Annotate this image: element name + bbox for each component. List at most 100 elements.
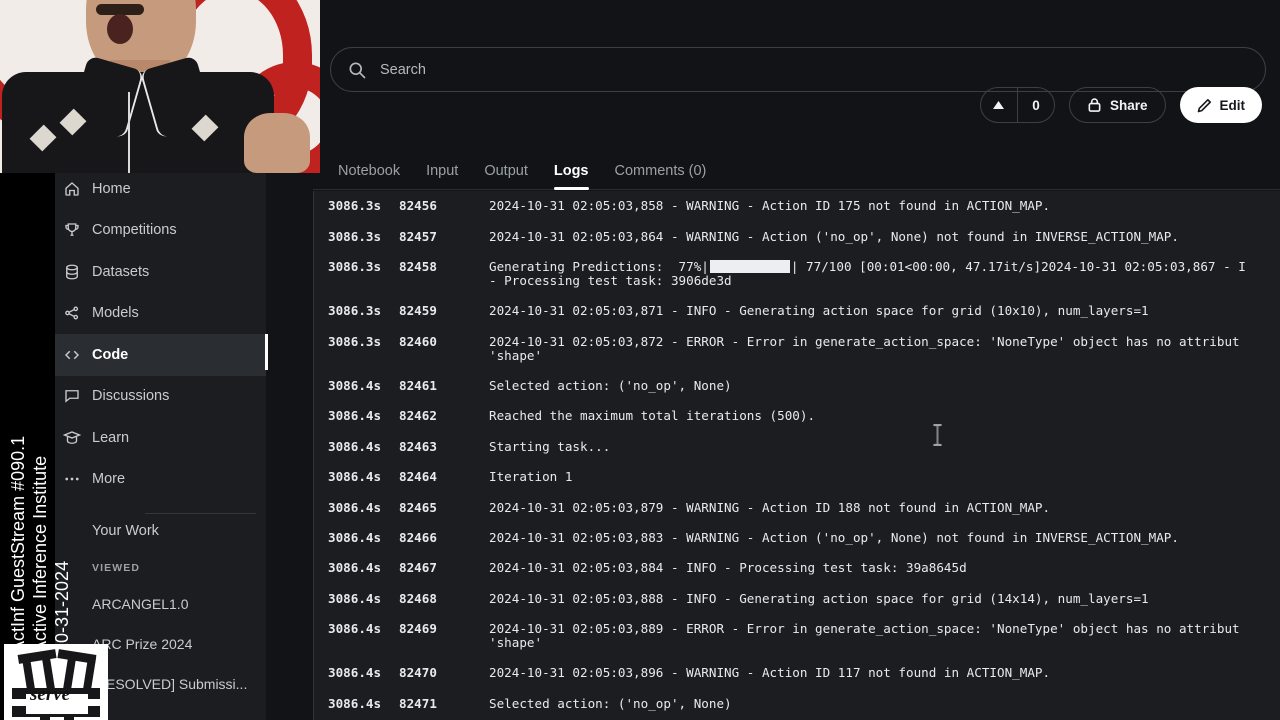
lock-icon: [1088, 98, 1101, 112]
log-row-number: 82460: [399, 333, 437, 349]
datasets-icon: [66, 264, 78, 280]
log-row-message: 2024-10-31 02:05:03,896 - WARNING - Acti…: [489, 665, 1051, 681]
sidebar-label: Discussions: [92, 388, 170, 405]
discussions-icon: [65, 390, 79, 403]
stream-title: ActInf GuestStream #090.1 Active Inferen…: [0, 173, 72, 673]
log-row-number: 82459: [399, 303, 437, 319]
progress-stats: | 77/100 [00:01<00:00, 47.17it/s]2024-10…: [790, 258, 1246, 274]
sidebar-label: Models: [92, 305, 139, 322]
tab-output[interactable]: Output: [471, 163, 541, 190]
log-row-time: 3086.4s: [328, 438, 382, 454]
log-row-message: 2024-10-31 02:05:03,872 - ERROR - Error …: [475, 334, 1280, 363]
sidebar-item-learn[interactable]: Learn: [55, 417, 266, 459]
sidebar-item-your-work[interactable]: Your Work: [55, 510, 266, 552]
tab-comments[interactable]: Comments (0): [602, 163, 720, 190]
log-row: 3086.4s 82470 2024-10-31 02:05:03,896 - WA…: [314, 658, 1280, 688]
stream-title-line3: 10-31-2024: [52, 560, 72, 653]
edit-button[interactable]: Edit: [1179, 87, 1262, 123]
sidebar-label: Home: [92, 180, 131, 197]
search-bar[interactable]: [330, 47, 1266, 92]
sidebar-item-models[interactable]: Models: [55, 293, 266, 335]
log-row-message: 2024-10-31 02:05:03,889 - ERROR - Error …: [475, 622, 1280, 650]
viewed-section-label: VIEWED: [92, 562, 141, 574]
presenter-shirt-placket: [128, 92, 130, 173]
sidebar-item-datasets[interactable]: Datasets: [55, 251, 266, 293]
log-row-message: Selected action: ('no_op', None): [489, 695, 732, 711]
log-row-number: 82471: [399, 695, 437, 711]
code-icon: [64, 350, 80, 360]
upvote-button[interactable]: [981, 88, 1018, 122]
log-row-message: 2024-10-31 02:05:03,883 - WARNING - Acti…: [489, 529, 1179, 545]
app-topbar: 0 Share Edit: [313, 0, 1280, 148]
edit-label: Edit: [1219, 97, 1246, 113]
tab-input[interactable]: Input: [413, 163, 471, 190]
search-input[interactable]: [380, 61, 1249, 78]
share-button[interactable]: Share: [1068, 87, 1166, 123]
tab-notebook[interactable]: Notebook: [325, 163, 413, 190]
log-row-message-continued: - Processing test task: 3906de3d: [489, 272, 732, 288]
log-row-time: 3086.3s: [328, 333, 382, 349]
log-row: 3086.4s 82471 Selected action: ('no_op', N…: [314, 689, 1280, 719]
logo-serve-label: serve: [30, 684, 71, 705]
pencil-icon: [1197, 98, 1211, 112]
log-row-number: 82465: [399, 499, 437, 515]
top-actions: 0 Share Edit: [979, 87, 1262, 123]
screen-root: 0 Share Edit Notebook: [0, 0, 1280, 720]
log-row-time: 3086.4s: [328, 499, 382, 515]
sidebar-label: Datasets: [92, 263, 150, 280]
log-row: 3086.4s 82467 2024-10-31 02:05:03,884 - IN…: [314, 553, 1280, 583]
viewed-item-arcangel[interactable]: ARCANGEL1.0: [55, 584, 266, 624]
log-row-time: 3086.3s: [328, 228, 382, 244]
log-row: 3086.4s 82461 Selected action: ('no_op', N…: [314, 371, 1280, 401]
log-row-message: Selected action: ('no_op', None): [489, 378, 732, 394]
log-row-number: 82469: [399, 621, 437, 637]
notebook-tabs: Notebook Input Output Logs Comments (0): [313, 148, 1280, 190]
log-row-number: 82458: [399, 258, 437, 274]
sidebar-item-competitions[interactable]: Competitions: [55, 210, 266, 252]
log-row-message: 2024-10-31 02:05:03,884 - INFO - Process…: [489, 560, 967, 576]
tab-logs[interactable]: Logs: [541, 163, 602, 190]
more-icon: [65, 477, 79, 481]
log-row-message: Generating Predictions: 77%| | 77/100 [00…: [475, 258, 1280, 288]
log-row: 3086.4s 82465 2024-10-31 02:05:03,879 - WA…: [314, 492, 1280, 522]
log-row: 3086.4s 82463 Starting task...: [314, 432, 1280, 462]
log-row-number: 82462: [399, 408, 437, 424]
sidebar-item-home[interactable]: Home: [55, 168, 266, 210]
your-work-label: Your Work: [92, 523, 159, 539]
log-row-number: 82468: [399, 590, 437, 606]
nav-selection-caret: [265, 334, 268, 370]
sidebar-label: Code: [92, 346, 129, 363]
log-row-number: 82464: [399, 469, 437, 485]
log-row: 3086.3s 82460 2024-10-31 02:05:03,872 - ER…: [314, 327, 1280, 371]
progress-bar: [709, 259, 790, 273]
caret-up-icon: [993, 101, 1005, 109]
webcam-overlay: [0, 0, 320, 173]
log-row-time: 3086.4s: [328, 408, 382, 424]
sidebar-item-more[interactable]: More: [55, 459, 266, 501]
log-row-number: 82457: [399, 228, 437, 244]
presenter-mouth: [107, 14, 133, 44]
log-row-message: Starting task...: [489, 438, 611, 454]
log-row-number: 82466: [399, 529, 437, 545]
stream-title-line1: ActInf GuestStream #090.1: [8, 435, 28, 653]
log-row: 3086.3s 82459 2024-10-31 02:05:03,871 - IN…: [314, 296, 1280, 326]
log-row-message-continued: 'shape': [489, 635, 543, 651]
log-row-time: 3086.4s: [328, 695, 382, 711]
log-row-time: 3086.4s: [328, 378, 382, 394]
log-output-panel[interactable]: 3086.3s 82456 2024-10-31 02:05:03,858 - WA…: [313, 191, 1280, 720]
log-row-time: 3086.3s: [328, 258, 382, 274]
stream-title-line2: Active Inference Institute: [30, 455, 50, 653]
progress-label: Generating Predictions: 77%|: [489, 258, 709, 274]
log-row-time: 3086.4s: [328, 590, 382, 606]
log-row-time: 3086.3s: [328, 198, 382, 214]
learn-icon: [63, 431, 81, 444]
sidebar-item-code[interactable]: Code: [55, 334, 266, 376]
sidebar-item-discussions[interactable]: Discussions: [55, 376, 266, 418]
upvote-pill[interactable]: 0: [979, 87, 1055, 123]
vote-count: 0: [1032, 97, 1040, 113]
log-row-message: 2024-10-31 02:05:03,858 - WARNING - Acti…: [489, 198, 1051, 214]
log-row-time: 3086.4s: [328, 469, 382, 485]
presenter-hand: [244, 113, 310, 173]
log-row: 3086.3s 82457 2024-10-31 02:05:03,864 - WA…: [314, 221, 1280, 251]
log-row-number: 82461: [399, 378, 437, 394]
